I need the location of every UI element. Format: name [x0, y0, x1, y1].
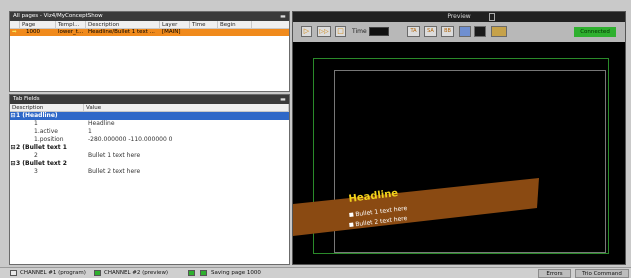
time-label: Time: [352, 28, 367, 35]
field-group-label: 2 (Bullet text 1: [16, 144, 67, 151]
table-row[interactable]: ➡ 1000 lower_t... Headline/Bullet 1 text…: [10, 29, 289, 36]
column-header-begin[interactable]: Begin: [218, 21, 252, 28]
tab-fields-title-text: Tab Fields: [13, 96, 40, 102]
preview-toolbar: ▷ ▷▷ □ Time TA SA BB Connected: [293, 22, 625, 42]
continue-button[interactable]: ▷▷: [317, 26, 331, 37]
column-header-field-description[interactable]: Description: [10, 104, 84, 111]
preview-title-bar: Preview: [293, 12, 625, 22]
page-number: 1000: [26, 29, 40, 35]
field-group-bullet-1[interactable]: ⊟ 2 (Bullet text 1: [10, 144, 289, 152]
trio-command-button[interactable]: Trio Command: [575, 269, 629, 278]
stop-button[interactable]: □: [335, 26, 346, 37]
pages-panel: All pages - Viz4/MyConceptShow ▬ Page Te…: [9, 11, 290, 92]
page-description: Headline/Bullet 1 text ...: [88, 29, 155, 35]
field-name: 2: [34, 152, 38, 159]
field-row[interactable]: 3 Bullet 2 text here: [10, 168, 289, 176]
channel-1-indicator-icon: [10, 270, 17, 276]
field-name: 1.position: [34, 136, 64, 143]
errors-button[interactable]: Errors: [538, 269, 571, 278]
connection-status-badge: Connected: [574, 27, 616, 37]
bb-button[interactable]: BB: [441, 26, 454, 37]
arrow-right-icon: ➡: [12, 29, 17, 35]
saving-indicator-icon: [200, 270, 207, 276]
status-bar: CHANNEL #1 (program) CHANNEL #2 (preview…: [0, 267, 631, 278]
field-value[interactable]: 1: [84, 128, 289, 136]
column-header-template[interactable]: Templ...: [56, 21, 86, 28]
preview-title: Preview: [447, 13, 471, 20]
ta-button[interactable]: TA: [407, 26, 420, 37]
column-header-mark[interactable]: [10, 21, 20, 28]
preview-window: Preview ▷ ▷▷ □ Time TA SA BB Connected H…: [292, 11, 626, 265]
column-header-layer[interactable]: Layer: [160, 21, 190, 28]
saving-status: Saving page 1000: [211, 270, 261, 276]
key-mode-icon[interactable]: [474, 26, 486, 37]
channel-1-status: CHANNEL #1 (program): [20, 270, 86, 276]
page-begin: [218, 29, 252, 36]
field-name: 1: [34, 120, 38, 127]
field-group-bullet-2[interactable]: ⊟ 3 (Bullet text 2: [10, 160, 289, 168]
bullet-square-icon: [349, 212, 354, 217]
column-header-page[interactable]: Page: [20, 21, 56, 28]
tab-fields-header: Description Value: [10, 104, 289, 112]
field-row[interactable]: 1.position -280.000000 -110.000000 0: [10, 136, 289, 144]
sa-button[interactable]: SA: [424, 26, 437, 37]
field-group-label: 1 (Headline): [16, 112, 58, 119]
field-name: 3: [34, 168, 38, 175]
page-layer: [MAIN]: [162, 29, 181, 35]
field-group-label: 3 (Bullet text 2: [16, 160, 67, 167]
field-group-headline[interactable]: ⊟ 1 (Headline): [10, 112, 289, 120]
field-value[interactable]: -280.000000 -110.000000 0: [84, 136, 289, 144]
field-row[interactable]: 1 Headline: [10, 120, 289, 128]
column-header-description[interactable]: Description: [86, 21, 160, 28]
field-value[interactable]: Headline: [84, 120, 289, 128]
tab-fields-title: Tab Fields ▬: [10, 95, 289, 104]
play-button[interactable]: ▷: [301, 26, 312, 37]
display-mode-icon[interactable]: [459, 26, 471, 37]
field-name: 1.active: [34, 128, 58, 135]
page-template: lower_t...: [58, 29, 84, 35]
channel-2-status: CHANNEL #2 (preview): [104, 270, 169, 276]
pages-table-header: Page Templ... Description Layer Time Beg…: [10, 21, 289, 29]
field-value[interactable]: Bullet 2 text here: [84, 168, 289, 176]
column-header-time[interactable]: Time: [190, 21, 218, 28]
channel-2-indicator-icon: [94, 270, 101, 276]
tab-fields-collapse-button[interactable]: ▬: [279, 95, 287, 104]
status-indicator-icon: [188, 270, 195, 276]
pages-panel-title-text: All pages - Viz4/MyConceptShow: [13, 13, 103, 19]
bullet-square-icon: [349, 222, 354, 227]
page-time: [190, 29, 218, 36]
restore-window-icon[interactable]: [489, 13, 495, 21]
pages-panel-title: All pages - Viz4/MyConceptShow ▬: [10, 12, 289, 21]
pages-panel-collapse-button[interactable]: ▬: [279, 12, 287, 21]
lower-third-bar: [293, 178, 539, 236]
field-value[interactable]: Bullet 1 text here: [84, 152, 289, 160]
field-row[interactable]: 1.active 1: [10, 128, 289, 136]
snapshot-icon[interactable]: [491, 26, 507, 37]
field-row[interactable]: 2 Bullet 1 text here: [10, 152, 289, 160]
tab-fields-panel: Tab Fields ▬ Description Value ⊟ 1 (Head…: [9, 94, 290, 265]
time-field[interactable]: [369, 27, 389, 36]
column-header-field-value[interactable]: Value: [84, 104, 289, 111]
